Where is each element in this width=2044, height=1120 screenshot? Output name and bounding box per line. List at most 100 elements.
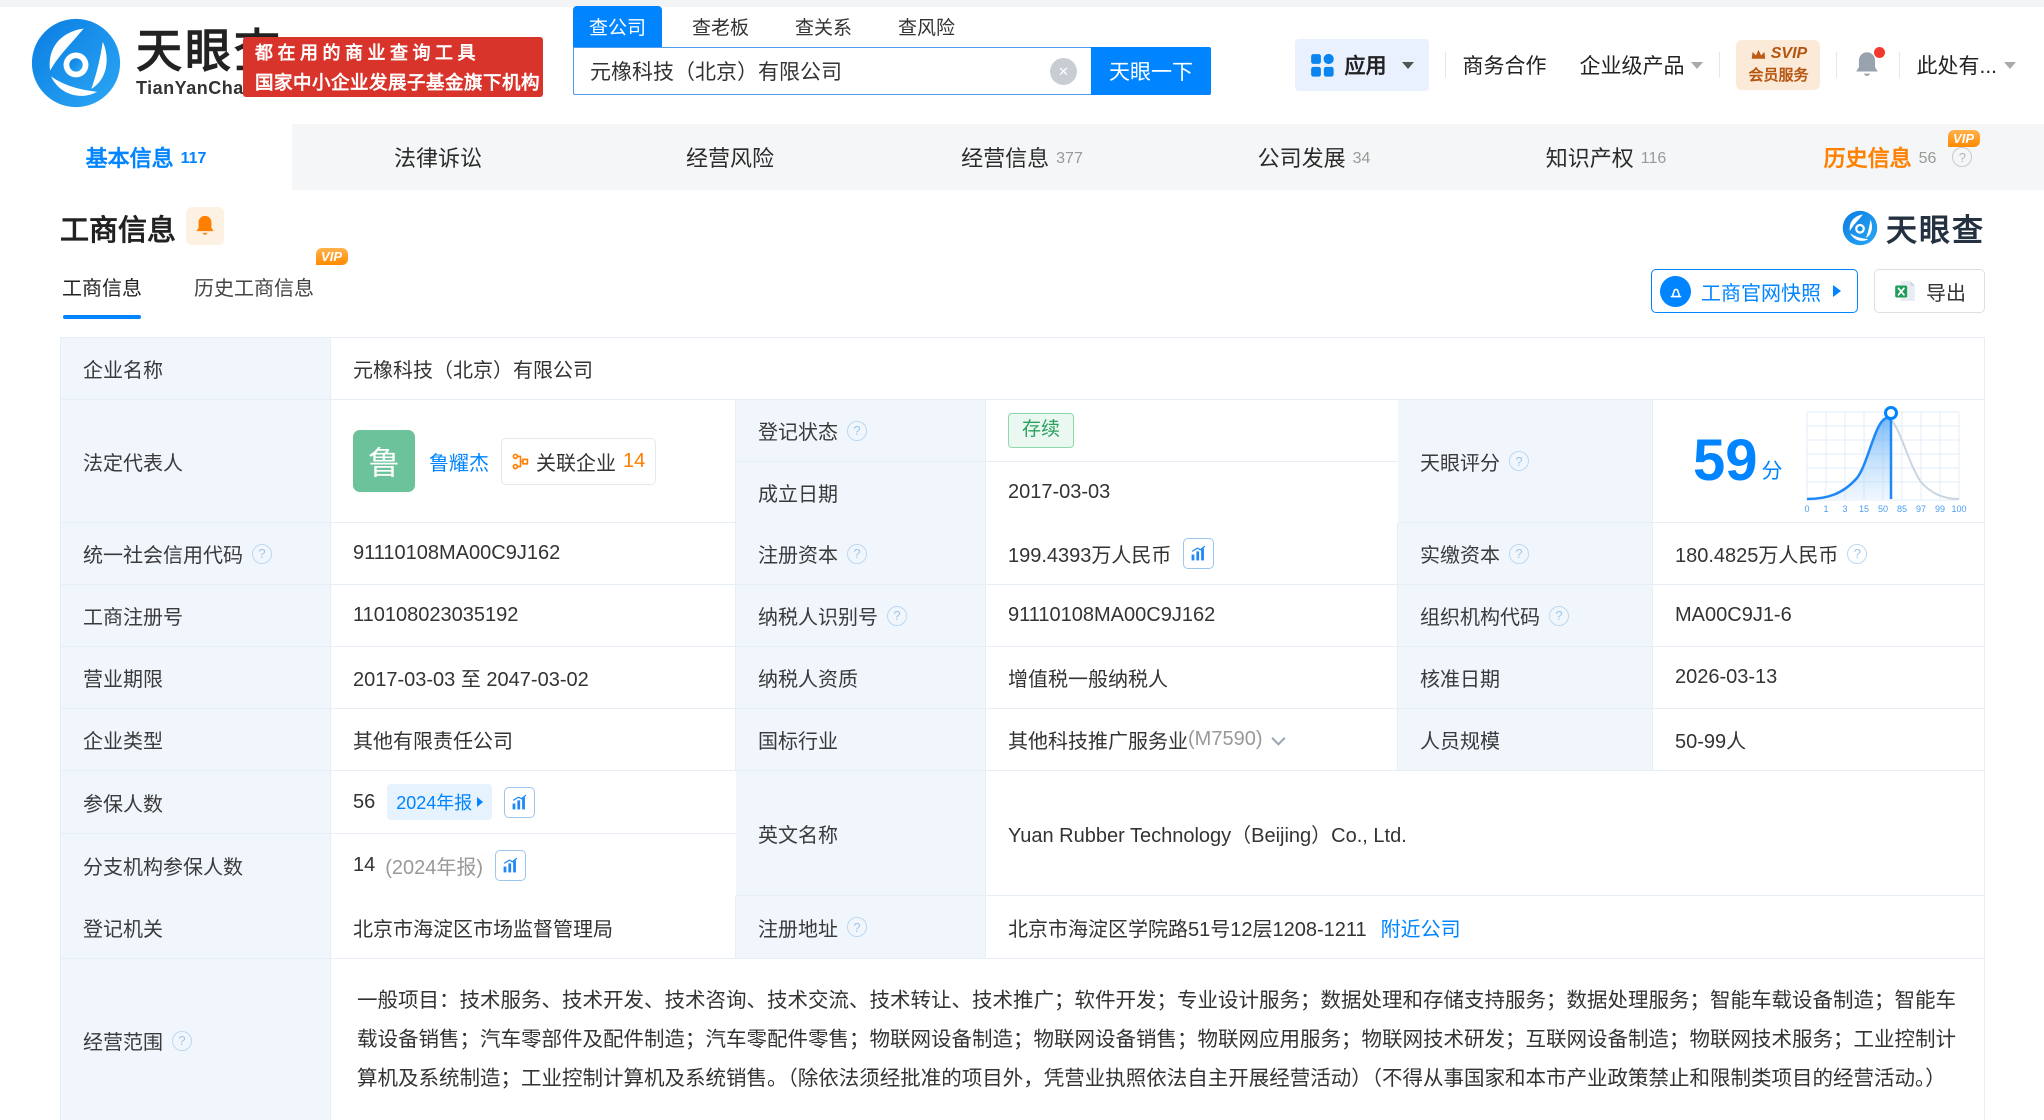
tab-label: 历史信息 xyxy=(1823,146,1912,171)
table-row: 经营范围 一般项目：技术服务、技术开发、技术咨询、技术交流、技术转让、技术推广；… xyxy=(61,958,1984,1120)
legal-rep-value: 鲁 鲁耀杰 关联企业 14 xyxy=(331,400,736,522)
tab-history-info[interactable]: VIP 历史信息 56 xyxy=(1752,124,2044,190)
tab-label: 经营信息 xyxy=(961,146,1050,171)
snapshot-label: 工商官网快照 xyxy=(1701,282,1821,305)
notification-dot xyxy=(1874,47,1886,58)
trend-chart-icon[interactable] xyxy=(1183,538,1215,569)
label-text: 经营范围 xyxy=(83,1032,163,1054)
help-icon[interactable] xyxy=(847,917,867,937)
apps-grid-icon xyxy=(1310,53,1335,78)
help-icon[interactable] xyxy=(252,543,272,564)
vip-badge: VIP xyxy=(1948,130,1980,147)
user-menu[interactable]: 此处有... xyxy=(1916,50,2016,80)
search-input[interactable] xyxy=(573,47,1091,95)
search-tab-boss[interactable]: 查老板 xyxy=(676,6,765,47)
promo-line1: 都在用的商业查询工具 xyxy=(255,43,480,63)
nearby-companies-link[interactable]: 附近公司 xyxy=(1381,913,1461,942)
export-label: 导出 xyxy=(1926,282,1966,305)
biz-cooperation-link[interactable]: 商务合作 xyxy=(1462,50,1546,80)
taxpayer-no-label: 纳税人识别号 xyxy=(736,585,986,646)
stamp-icon xyxy=(1660,275,1691,307)
trend-chart-icon[interactable] xyxy=(504,786,536,818)
industry-label: 国标行业 xyxy=(736,709,986,770)
industry-value: 其他科技推广服务业 (M7590) xyxy=(986,709,1398,770)
tab-legal-proceedings[interactable]: 法律诉讼 xyxy=(292,124,584,190)
page: 天眼查 TianYanCha.com 都在用的商业查询工具 国家中小企业发展子基… xyxy=(0,0,2044,1120)
search-tabs: 查公司 查老板 查关系 查风险 xyxy=(573,6,1211,47)
svip-sublabel: 会员服务 xyxy=(1748,67,1809,84)
tab-count: 377 xyxy=(1056,150,1083,167)
value-text: 14 xyxy=(353,853,376,876)
tab-basic-info[interactable]: 基本信息 117 xyxy=(0,124,292,190)
label-text: 统一社会信用代码 xyxy=(83,545,243,567)
reg-capital-label: 注册资本 xyxy=(736,523,986,584)
arrow-right-icon xyxy=(477,797,484,807)
help-icon[interactable] xyxy=(847,543,867,564)
english-name-label: 英文名称 xyxy=(736,771,986,895)
tab-label: 基本信息 xyxy=(85,146,174,171)
help-icon[interactable] xyxy=(1509,543,1529,564)
subtab-business-info[interactable]: 工商信息 xyxy=(62,272,142,319)
related-companies-button[interactable]: 关联企业 14 xyxy=(501,437,657,485)
svg-text:99: 99 xyxy=(1935,504,1945,514)
help-icon[interactable] xyxy=(172,1030,192,1051)
label-text: 组织机构代码 xyxy=(1420,607,1540,629)
search-tab-risk[interactable]: 查风险 xyxy=(882,6,971,47)
score-curve-chart: 0 1 3 15 50 85 97 99 100 xyxy=(1799,404,1967,518)
annual-report-tag[interactable]: 2024年报 xyxy=(387,784,493,820)
tab-company-development[interactable]: 公司发展 34 xyxy=(1168,124,1460,190)
user-name: 此处有... xyxy=(1916,55,1997,78)
table-row: 企业名称 元橡科技（北京）有限公司 xyxy=(61,338,1984,399)
est-date-label: 成立日期 xyxy=(736,462,986,523)
insured-value: 56 2024年报 xyxy=(331,771,736,833)
export-button[interactable]: 导出 xyxy=(1874,269,1985,313)
enterprise-label: 企业级产品 xyxy=(1579,55,1685,78)
search-button[interactable]: 天眼一下 xyxy=(1091,47,1211,95)
chevron-down-icon xyxy=(2004,61,2016,69)
tab-intellectual-property[interactable]: 知识产权 116 xyxy=(1460,124,1752,190)
trend-chart-icon[interactable] xyxy=(495,849,527,881)
help-icon[interactable] xyxy=(1509,451,1529,471)
tab-count: 117 xyxy=(180,150,207,167)
tab-operating-info[interactable]: 经营信息 377 xyxy=(876,124,1168,190)
search-tab-relation[interactable]: 查关系 xyxy=(779,6,868,47)
tianyancha-logo-icon xyxy=(30,17,122,109)
clear-icon[interactable] xyxy=(1050,58,1077,85)
monitor-bell-button[interactable] xyxy=(186,207,224,245)
search-tab-company[interactable]: 查公司 xyxy=(573,6,663,47)
company-nav-tabs: 基本信息 117 法律诉讼 经营风险 经营信息 377 公司发展 34 知识产权… xyxy=(0,124,2044,190)
paid-capital-value: 180.4825万人民币 xyxy=(1653,523,1984,584)
help-icon[interactable] xyxy=(1952,147,1973,167)
notification-bell-icon[interactable] xyxy=(1853,47,1886,80)
help-icon[interactable] xyxy=(847,420,867,441)
official-snapshot-button[interactable]: 工商官网快照 xyxy=(1651,269,1858,313)
top-strip xyxy=(0,0,2044,7)
org-code-label: 组织机构代码 xyxy=(1398,585,1653,646)
reg-address-label: 注册地址 xyxy=(736,896,986,958)
enterprise-products-link[interactable]: 企业级产品 xyxy=(1579,50,1704,80)
chevron-down-icon xyxy=(1402,61,1415,69)
svg-text:15: 15 xyxy=(1859,504,1869,514)
help-icon[interactable] xyxy=(1847,543,1868,564)
help-icon[interactable] xyxy=(1549,605,1569,626)
company-name-label: 企业名称 xyxy=(61,338,331,399)
help-icon[interactable] xyxy=(887,605,907,626)
table-row: 参保人数 56 2024年报 xyxy=(61,771,736,833)
legal-rep-link[interactable]: 鲁耀杰 xyxy=(429,447,489,476)
biz-term-value: 2017-03-03 至 2047-03-02 xyxy=(331,647,736,708)
chevron-down-icon[interactable] xyxy=(1271,731,1286,746)
avatar[interactable]: 鲁 xyxy=(353,430,415,492)
tab-label: 公司发展 xyxy=(1257,146,1346,171)
tab-label: 经营风险 xyxy=(685,146,774,171)
status-block: 登记状态 存续 成立日期 2017-03-03 xyxy=(736,400,1398,523)
related-count: 14 xyxy=(623,449,646,472)
top-header: 天眼查 TianYanCha.com 都在用的商业查询工具 国家中小企业发展子基… xyxy=(0,6,2044,124)
svip-button[interactable]: SVIP 会员服务 xyxy=(1736,40,1821,90)
watermark-logo: 天眼查 xyxy=(1842,205,1985,250)
subtab-history-business-info[interactable]: 历史工商信息 VIP xyxy=(194,248,348,319)
apps-button[interactable]: 应用 xyxy=(1295,39,1430,91)
table-row-group: 参保人数 56 2024年报 分支机构参保人数 14 (2024年报) 英文名称… xyxy=(61,770,1984,896)
divider xyxy=(1836,52,1838,78)
value-text: 199.4393万人民币 xyxy=(1008,545,1172,567)
tab-operating-risk[interactable]: 经营风险 xyxy=(584,124,876,190)
